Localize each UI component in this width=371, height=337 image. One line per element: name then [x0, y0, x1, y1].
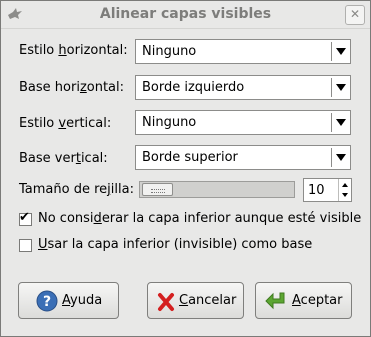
dropdown-arrow-icon: [336, 154, 346, 161]
close-button[interactable]: ✕: [345, 5, 365, 25]
spin-up-icon[interactable]: [342, 183, 348, 187]
dropdown-arrow-icon: [336, 84, 346, 91]
v-base-combo[interactable]: Borde superior: [135, 145, 351, 170]
cancel-icon: [158, 293, 174, 311]
checkmark-icon: ✔: [19, 210, 30, 225]
slider-handle[interactable]: [142, 183, 173, 196]
dropdown-arrow-icon: [336, 48, 346, 55]
titlebar[interactable]: Alinear capas visibles ✕: [1, 1, 370, 29]
h-style-combo[interactable]: Ninguno: [135, 39, 351, 64]
help-button[interactable]: ? Ayuda: [18, 282, 119, 319]
accept-label: Aceptar: [292, 293, 343, 308]
dropdown-arrow-icon: [336, 119, 346, 126]
h-base-value: Borde izquierdo: [142, 80, 245, 95]
v-style-value: Ninguno: [142, 115, 197, 130]
spin-down-icon[interactable]: [342, 193, 348, 197]
combo-separator: [331, 78, 332, 97]
cancel-button[interactable]: Cancelar: [147, 282, 244, 319]
h-base-combo[interactable]: Borde izquierdo: [135, 75, 351, 100]
close-icon: ✕: [349, 7, 361, 21]
accept-button[interactable]: Aceptar: [255, 282, 352, 319]
help-label: Ayuda: [62, 293, 103, 308]
grid-size-label: Tamaño de rejilla:: [19, 182, 134, 197]
help-icon: ?: [36, 290, 58, 312]
cancel-label: Cancelar: [179, 293, 237, 308]
window-title: Alinear capas visibles: [99, 6, 272, 22]
combo-separator: [331, 148, 332, 167]
use-bottom-label[interactable]: Usar la capa inferior (invisible) como b…: [38, 237, 312, 252]
use-bottom-checkbox[interactable]: [19, 239, 32, 252]
dialog-window: Alinear capas visibles ✕ Estilo horizont…: [0, 0, 371, 337]
spin-buttons: [338, 179, 351, 201]
combo-separator: [331, 113, 332, 132]
v-style-combo[interactable]: Ninguno: [135, 110, 351, 135]
h-style-label: Estilo horizontal:: [19, 43, 128, 58]
ignore-bottom-label[interactable]: No considerar la capa inferior aunque es…: [38, 211, 361, 226]
v-base-value: Borde superior: [142, 150, 238, 165]
svg-text:?: ?: [43, 294, 51, 310]
ignore-bottom-checkbox[interactable]: ✔: [19, 210, 32, 226]
grid-size-spinbutton[interactable]: 10: [303, 178, 352, 202]
h-base-label: Base horizontal:: [19, 80, 125, 95]
combo-separator: [331, 42, 332, 61]
accept-icon: [265, 292, 285, 310]
v-base-label: Base vertical:: [19, 151, 108, 166]
h-style-value: Ninguno: [142, 44, 197, 59]
grip-icon: [151, 189, 165, 193]
grid-size-value: 10: [308, 183, 325, 198]
v-style-label: Estilo vertical:: [19, 116, 112, 131]
grid-size-slider[interactable]: [139, 181, 295, 198]
